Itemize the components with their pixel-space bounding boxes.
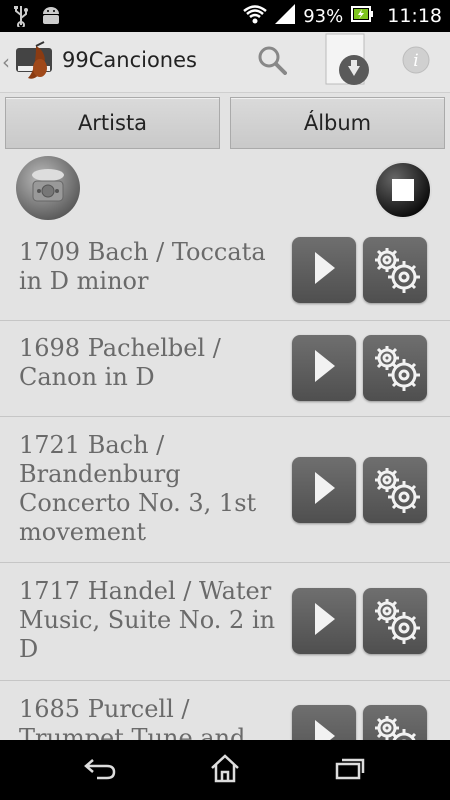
song-title: 1721 Bach / Brandenburg Concerto No. 3, … — [19, 431, 257, 546]
player-row — [0, 153, 450, 225]
battery-charging-icon — [351, 5, 374, 27]
recent-apps-icon — [334, 756, 366, 784]
battery-percent: 93% — [303, 5, 344, 27]
recent-apps-button[interactable] — [320, 750, 380, 790]
list-item[interactable]: 1698 Pachelbel / Canon in D — [0, 321, 450, 417]
song-title: 1709 Bach / Toccata in D minor — [19, 238, 266, 295]
settings-button[interactable] — [363, 335, 427, 401]
play-icon — [311, 601, 337, 641]
svg-text:i: i — [413, 51, 418, 71]
play-icon — [311, 718, 337, 740]
play-icon — [311, 250, 337, 290]
play-button[interactable] — [292, 705, 356, 740]
back-button[interactable] — [70, 750, 130, 790]
search-button[interactable] — [250, 32, 294, 92]
song-title: 1698 Pachelbel / Canon in D — [19, 334, 221, 391]
info-button[interactable]: i — [396, 32, 436, 92]
song-title: 1717 Handel / Water Music, Suite No. 2 i… — [19, 577, 276, 663]
play-button[interactable] — [292, 335, 356, 401]
app-title: 99Canciones — [62, 48, 197, 72]
tab-label: Álbum — [303, 111, 372, 135]
play-icon — [311, 470, 337, 510]
tab-artista[interactable]: Artista — [5, 97, 220, 149]
app-icon[interactable] — [14, 40, 58, 84]
settings-icon — [367, 460, 423, 520]
wifi-icon — [243, 4, 268, 29]
settings-button[interactable] — [363, 705, 427, 740]
settings-icon — [367, 591, 423, 651]
play-icon — [311, 348, 337, 388]
home-icon — [209, 753, 241, 787]
status-bar: 93% 11:18 — [0, 0, 450, 32]
action-bar: ‹ 99Canciones i — [0, 32, 450, 93]
list-item[interactable]: 1685 Purcell / Trumpet Tune and — [0, 681, 450, 740]
chevron-left-icon[interactable]: ‹ — [2, 50, 10, 74]
settings-button[interactable] — [363, 588, 427, 654]
navigation-bar — [0, 740, 450, 800]
tab-album[interactable]: Álbum — [230, 97, 445, 149]
download-icon — [324, 32, 370, 92]
list-item[interactable]: 1721 Bach / Brandenburg Concerto No. 3, … — [0, 417, 450, 563]
tab-bar: Artista Álbum — [0, 93, 450, 153]
stop-icon — [373, 161, 433, 224]
settings-icon — [367, 240, 423, 300]
back-icon — [83, 756, 117, 784]
play-button[interactable] — [292, 457, 356, 523]
list-item[interactable]: 1709 Bach / Toccata in D minor — [0, 225, 450, 321]
music-player-icon[interactable] — [15, 155, 81, 225]
tab-label: Artista — [77, 111, 148, 135]
play-button[interactable] — [292, 237, 356, 303]
usb-icon — [14, 5, 28, 31]
settings-icon — [367, 708, 423, 740]
clock: 11:18 — [387, 5, 442, 27]
settings-icon — [367, 338, 423, 398]
settings-button[interactable] — [363, 237, 427, 303]
android-icon — [40, 5, 62, 31]
download-button[interactable] — [322, 32, 372, 92]
song-title: 1685 Purcell / Trumpet Tune and — [19, 695, 246, 740]
home-button[interactable] — [195, 750, 255, 790]
stop-button[interactable] — [373, 160, 433, 224]
list-item[interactable]: 1717 Handel / Water Music, Suite No. 2 i… — [0, 563, 450, 681]
settings-button[interactable] — [363, 457, 427, 523]
search-icon — [257, 45, 287, 79]
play-button[interactable] — [292, 588, 356, 654]
signal-icon — [275, 3, 296, 29]
song-list: 1709 Bach / Toccata in D minor 1698 Pach… — [0, 225, 450, 740]
info-icon: i — [401, 45, 431, 79]
